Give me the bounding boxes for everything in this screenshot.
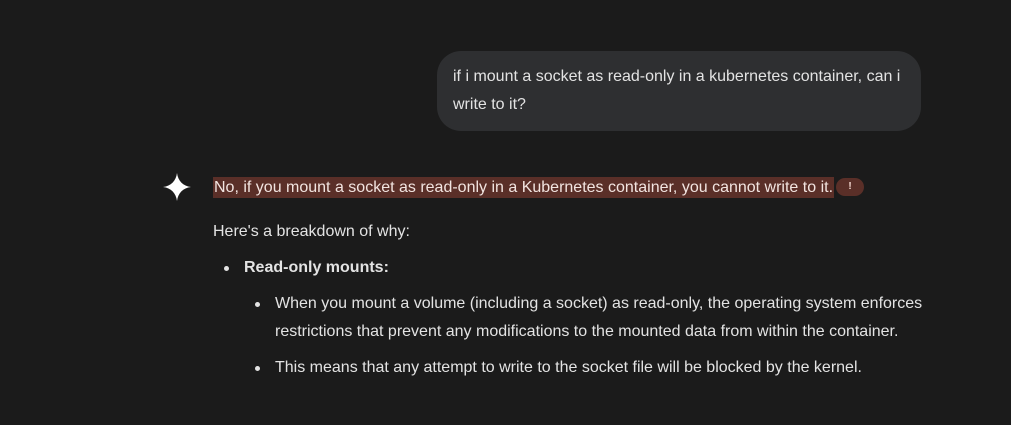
user-message-bubble: if i mount a socket as read-only in a ku… bbox=[437, 51, 921, 131]
bullet-icon bbox=[255, 302, 260, 307]
highlighted-statement[interactable]: No, if you mount a socket as read-only i… bbox=[213, 177, 835, 198]
user-message-text: if i mount a socket as read-only in a ku… bbox=[453, 68, 901, 113]
assistant-response: No, if you mount a socket as read-only i… bbox=[213, 174, 973, 390]
sub-list: When you mount a volume (including a soc… bbox=[244, 290, 973, 382]
sub-list-item: When you mount a volume (including a soc… bbox=[244, 290, 965, 346]
bullet-icon bbox=[255, 366, 260, 371]
section-heading: Read-only mounts: bbox=[244, 259, 389, 276]
response-first-line: No, if you mount a socket as read-only i… bbox=[213, 174, 973, 202]
point-text: This means that any attempt to write to … bbox=[275, 359, 862, 376]
flag-icon[interactable]: ! bbox=[836, 177, 865, 196]
point-text: When you mount a volume (including a soc… bbox=[275, 295, 923, 340]
response-list: Read-only mounts: When you mount a volum… bbox=[213, 254, 973, 382]
bullet-icon bbox=[224, 266, 229, 271]
sub-list-item: This means that any attempt to write to … bbox=[244, 354, 965, 382]
gemini-spark-icon bbox=[163, 173, 191, 201]
chat-page: if i mount a socket as read-only in a ku… bbox=[0, 0, 1011, 425]
response-intro: Here's a breakdown of why: bbox=[213, 223, 410, 240]
list-item: Read-only mounts: When you mount a volum… bbox=[213, 254, 973, 382]
